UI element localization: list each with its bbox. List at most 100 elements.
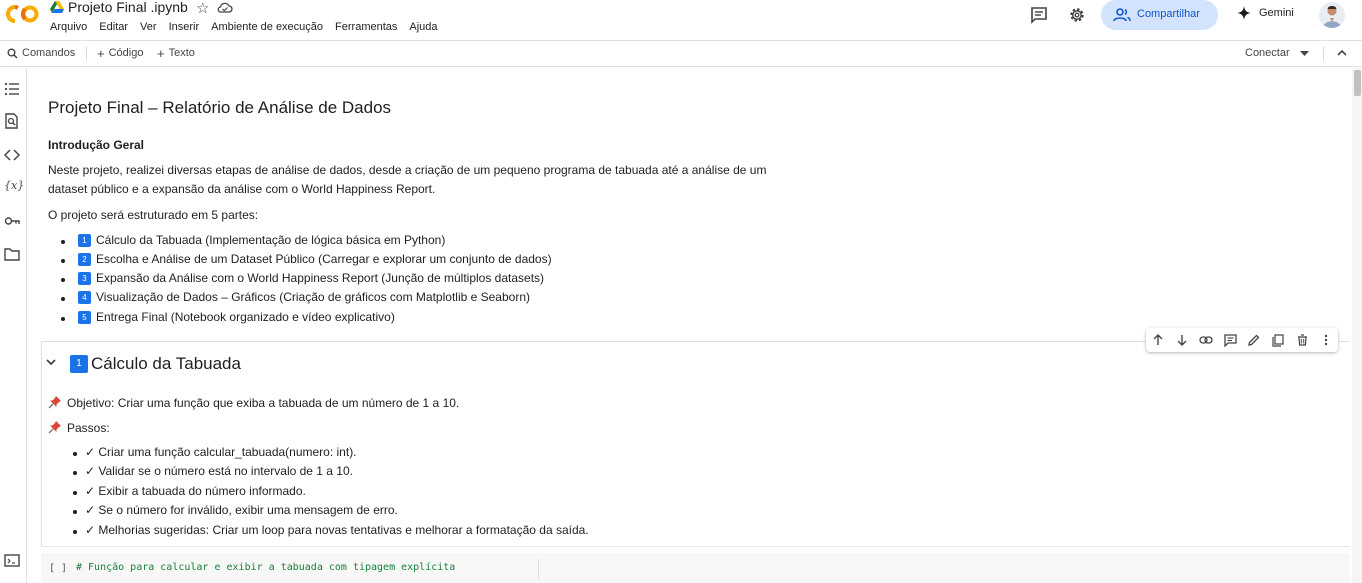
add-text-label: Texto: [168, 47, 195, 59]
list-item: 5 Entrega Final (Notebook organizado e v…: [78, 310, 395, 324]
part-text: Entrega Final (Notebook organizado e víd…: [96, 310, 395, 324]
people-icon: [1113, 8, 1131, 22]
move-cell-up-button[interactable]: [1146, 328, 1170, 352]
list-bullet: [73, 452, 77, 456]
star-icon[interactable]: ☆: [196, 0, 209, 17]
google-drive-icon[interactable]: [50, 1, 64, 13]
menu-ambiente-execucao[interactable]: Ambiente de execução: [211, 21, 323, 33]
table-of-contents-icon[interactable]: [4, 81, 20, 97]
run-cell-button[interactable]: [ ]: [49, 563, 67, 574]
section-heading: 1 Cálculo da Tabuada: [70, 354, 241, 374]
add-comment-button[interactable]: [1218, 328, 1242, 352]
menu-arquivo[interactable]: Arquivo: [50, 21, 87, 33]
trash-icon: [1297, 334, 1307, 346]
keycap-number: 2: [78, 252, 91, 266]
connect-dropdown-icon[interactable]: [1300, 51, 1309, 57]
add-text-button[interactable]: + Texto: [157, 45, 195, 61]
edit-cell-button[interactable]: [1242, 328, 1266, 352]
mirror-cell-button[interactable]: [1266, 328, 1290, 352]
collapse-section-chevron-icon[interactable]: [45, 358, 57, 366]
user-avatar[interactable]: [1319, 2, 1345, 28]
cell-toolbar: [1146, 328, 1338, 352]
menu-inserir[interactable]: Inserir: [169, 21, 200, 33]
keycap-number: 5: [78, 310, 91, 324]
list-item: 3 Expansão da Análise com o World Happin…: [78, 271, 544, 285]
intro-paragraph-line2: dataset público e a expansão da análise …: [48, 182, 436, 196]
code-snippets-icon[interactable]: [4, 147, 20, 163]
objective-text: Objetivo: Criar uma função que exiba a t…: [67, 396, 460, 410]
structure-text: O projeto será estruturado em 5 partes:: [48, 208, 259, 222]
steps-label: Passos:: [67, 421, 110, 435]
list-bullet: [73, 530, 77, 534]
menu-ajuda[interactable]: Ajuda: [409, 21, 437, 33]
gemini-sparkle-icon: [1237, 6, 1251, 20]
app-header: Projeto Final .ipynb ☆ Arquivo Editar Ve…: [0, 0, 1362, 40]
menu-bar: Arquivo Editar Ver Inserir Ambiente de e…: [50, 21, 450, 33]
share-label: Compartilhar: [1137, 8, 1200, 20]
gemini-button[interactable]: Gemini: [1237, 6, 1294, 20]
part-text: Cálculo da Tabuada (Implementação de lóg…: [96, 233, 446, 247]
pushpin-icon: [48, 421, 61, 434]
search-icon: [7, 48, 18, 59]
menu-editar[interactable]: Editar: [99, 21, 128, 33]
link-to-cell-button[interactable]: [1194, 328, 1218, 352]
part-text: Visualização de Dados – Gráficos (Criaçã…: [96, 290, 530, 304]
part-text: Escolha e Análise de um Dataset Público …: [96, 252, 552, 266]
move-cell-down-button[interactable]: [1170, 328, 1194, 352]
list-item: ✓ Exibir a tabuada do número informado.: [85, 484, 306, 498]
notebook-heading: Projeto Final – Relatório de Análise de …: [48, 98, 392, 117]
add-code-button[interactable]: + Código: [97, 45, 143, 61]
comments-icon[interactable]: [1030, 6, 1048, 24]
connect-button[interactable]: Conectar: [1245, 47, 1290, 59]
delete-cell-button[interactable]: [1290, 328, 1314, 352]
notebook-content: Projeto Final – Relatório de Análise de …: [28, 68, 1350, 583]
keycap-number: 4: [78, 290, 91, 304]
folder-icon[interactable]: [4, 246, 20, 262]
section-title: Cálculo da Tabuada: [91, 354, 241, 373]
colab-logo[interactable]: [6, 4, 40, 24]
connect-label: Conectar: [1245, 47, 1290, 59]
comment-icon: [1223, 333, 1237, 347]
vertical-scrollbar[interactable]: [1352, 68, 1362, 583]
toolbar-divider: [86, 46, 87, 61]
variables-icon[interactable]: {x}: [4, 179, 24, 195]
share-button[interactable]: Compartilhar: [1101, 0, 1218, 30]
left-sidebar: {x}: [0, 68, 27, 583]
list-bullet: [73, 491, 77, 495]
arrow-up-icon: [1153, 334, 1163, 345]
list-item: 4 Visualização de Dados – Gráficos (Cria…: [78, 290, 530, 304]
list-bullet: [61, 240, 65, 244]
menu-ver[interactable]: Ver: [140, 21, 157, 33]
settings-gear-icon[interactable]: [1068, 6, 1086, 24]
intro-heading: Introdução Geral: [48, 138, 145, 152]
keycap-number: 1: [78, 233, 91, 247]
list-item: ✓ Validar se o número está no intervalo …: [85, 464, 353, 478]
find-icon[interactable]: [4, 113, 20, 129]
more-vert-icon: [1324, 334, 1328, 346]
more-actions-button[interactable]: [1314, 328, 1338, 352]
toolbar-divider: [1323, 46, 1324, 61]
secrets-key-icon[interactable]: [4, 213, 20, 229]
collapse-chevron-up-icon[interactable]: [1337, 49, 1347, 56]
scrollbar-thumb[interactable]: [1354, 70, 1361, 96]
cloud-saved-icon[interactable]: [217, 1, 233, 13]
list-bullet: [73, 471, 77, 475]
list-bullet: [73, 510, 77, 514]
part-text: Expansão da Análise com o World Happines…: [96, 271, 545, 285]
commands-button[interactable]: Comandos: [7, 47, 75, 59]
menu-ferramentas[interactable]: Ferramentas: [335, 21, 397, 33]
terminal-icon[interactable]: [4, 554, 20, 567]
plus-icon: +: [97, 45, 105, 61]
list-bullet: [61, 297, 65, 301]
code-cell[interactable]: [ ] # Função para calcular e exibir a ta…: [41, 553, 1350, 583]
keycap-number: 1: [70, 355, 88, 373]
plus-icon: +: [157, 45, 165, 61]
link-icon: [1199, 336, 1213, 344]
code-line[interactable]: # Função para calcular e exibir a tabuad…: [76, 562, 455, 573]
list-item: 1 Cálculo da Tabuada (Implementação de l…: [78, 233, 445, 247]
list-item: ✓ Se o número for inválido, exibir uma m…: [85, 503, 398, 517]
pencil-icon: [1248, 334, 1260, 346]
list-item: ✓ Melhorias sugeridas: Criar um loop par…: [85, 523, 589, 537]
notebook-filename[interactable]: Projeto Final .ipynb: [68, 0, 188, 15]
code-ruler-guide: [538, 559, 539, 579]
